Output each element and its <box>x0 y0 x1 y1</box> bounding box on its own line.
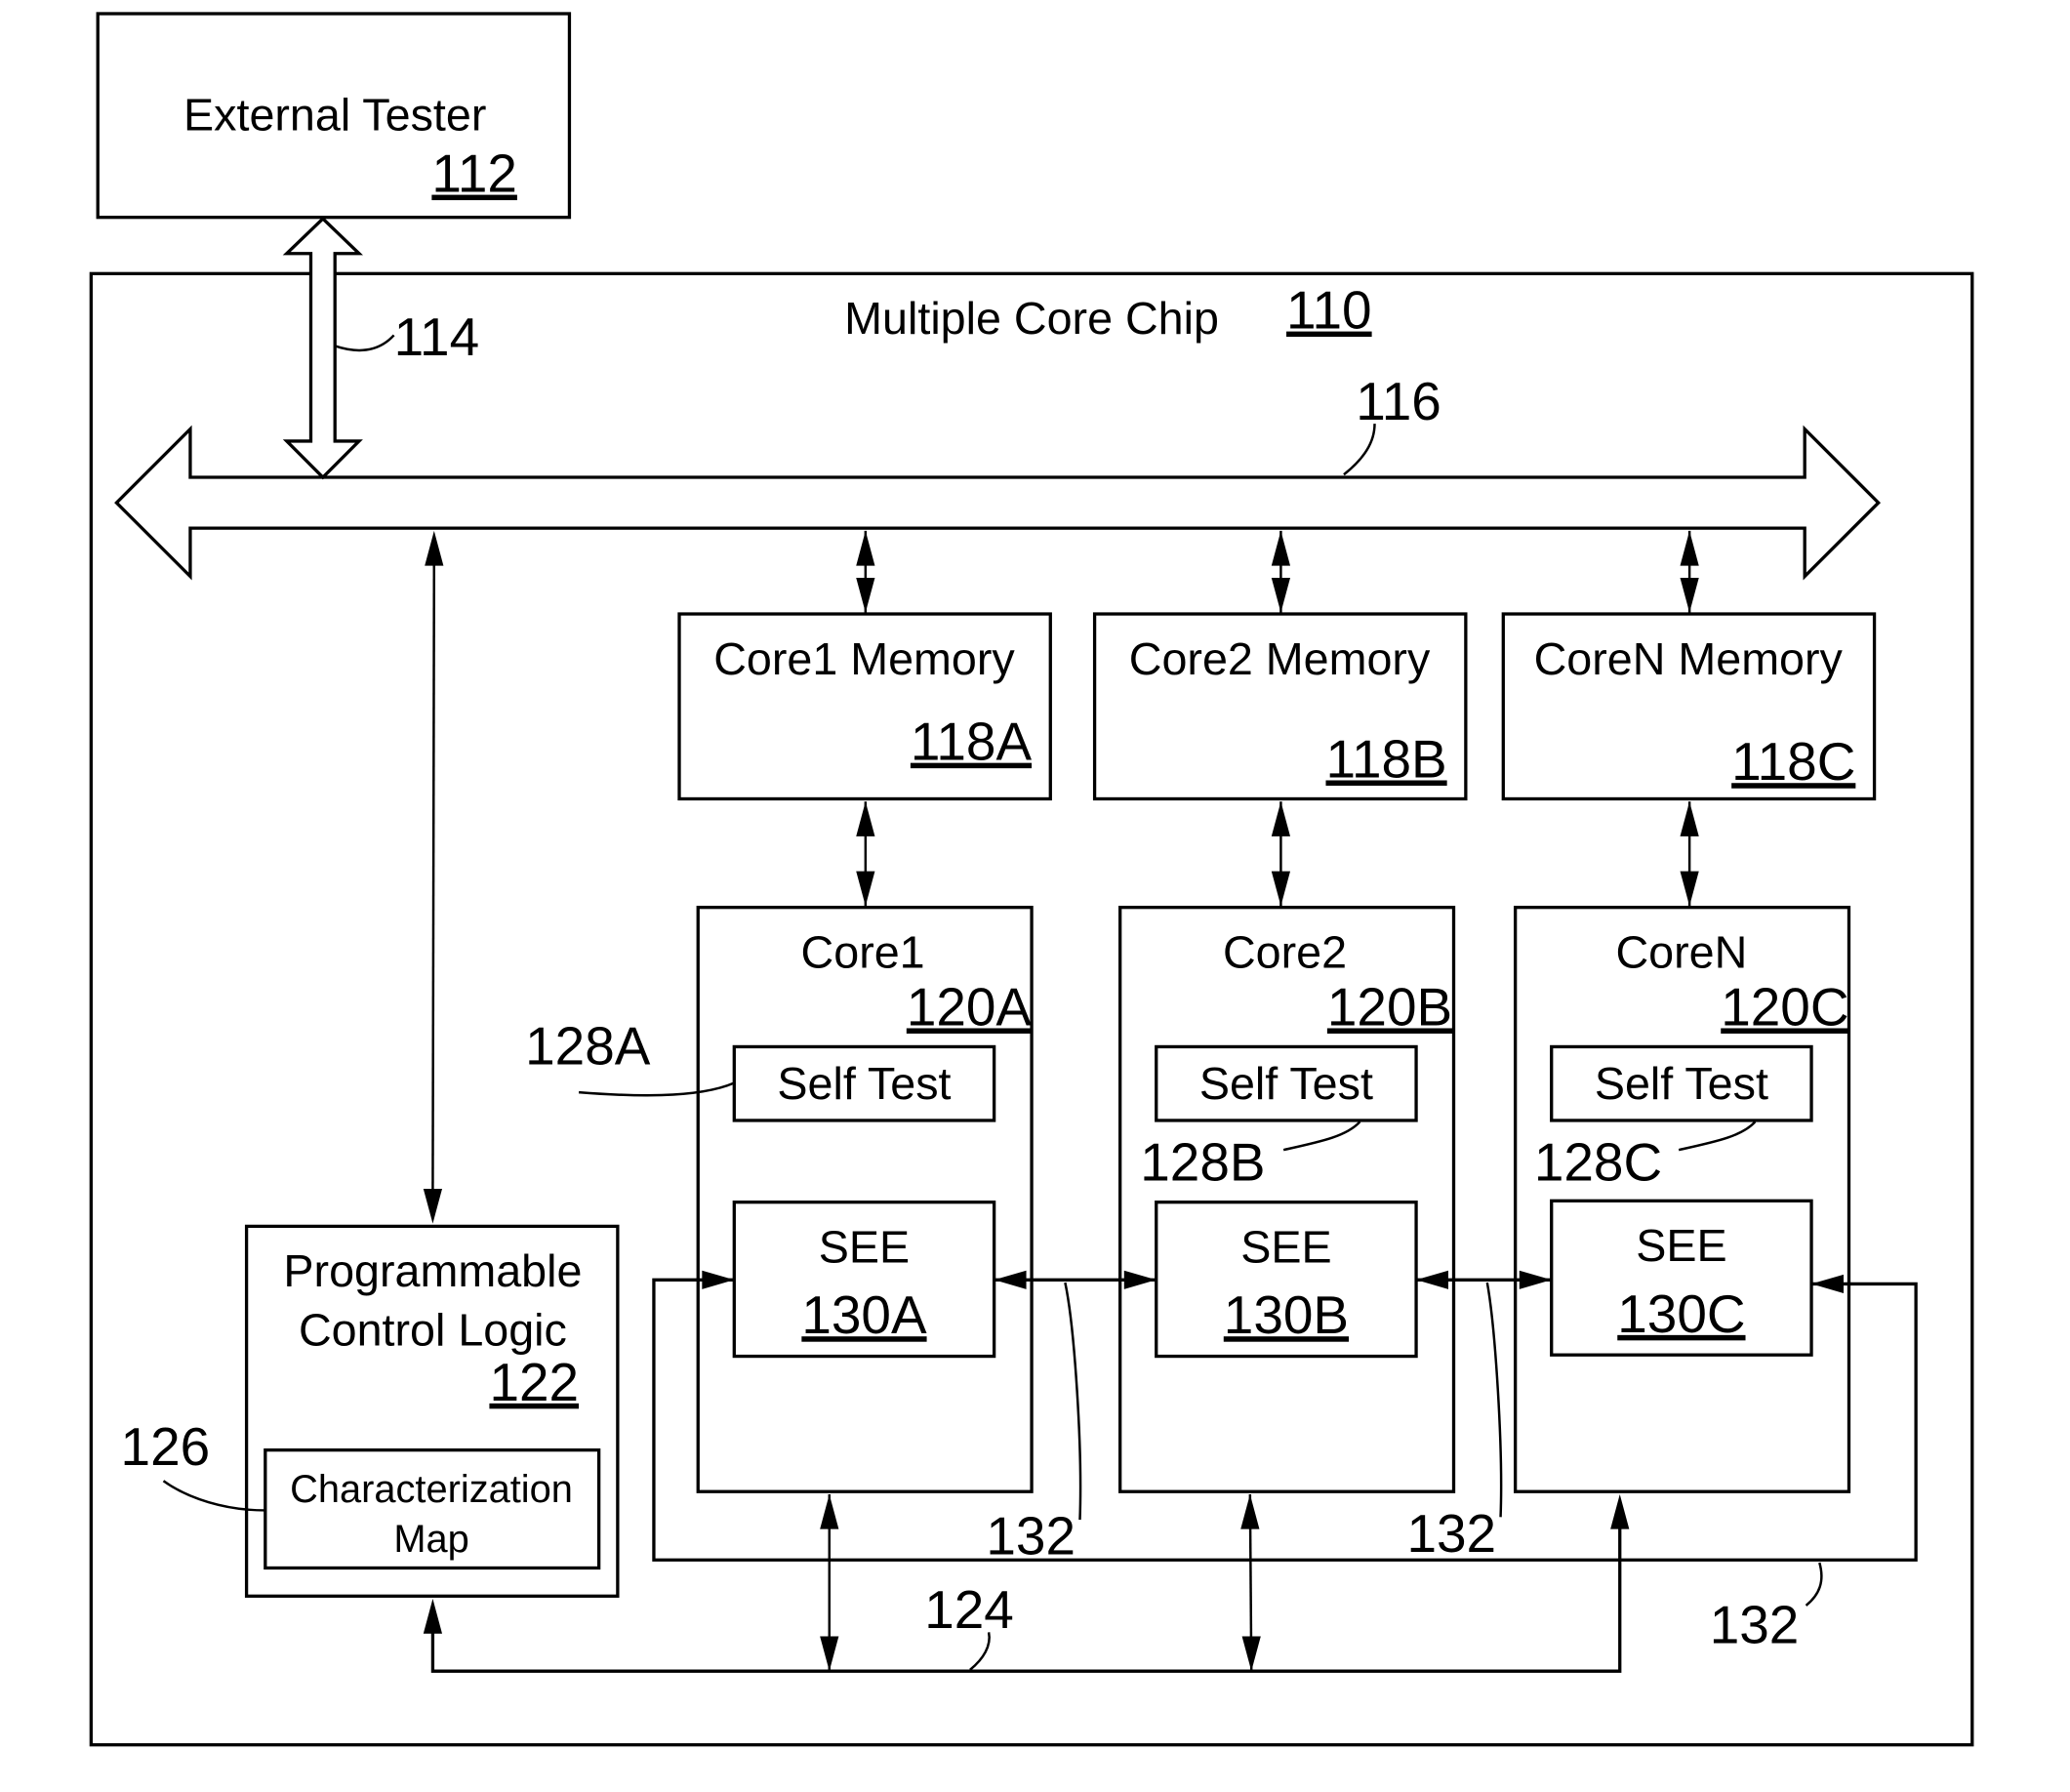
chip-title: Multiple Core Chip <box>844 293 1219 344</box>
chip-ref: 110 <box>1286 280 1372 341</box>
core1-block[interactable]: Core1 120A Self Test SEE 130A <box>696 906 1034 1493</box>
self-test-ref-128b: 128B <box>1140 1132 1265 1193</box>
core1-memory-block[interactable]: Core1 Memory 118A <box>677 612 1052 801</box>
memory-ref: 118A <box>911 712 1033 772</box>
core-title: CoreN <box>1615 926 1747 977</box>
core-ref: 120A <box>907 976 1033 1037</box>
self-test-block[interactable]: Self Test <box>1155 1044 1418 1122</box>
core-ref: 120C <box>1721 976 1848 1037</box>
characterization-map-block[interactable]: Characterization Map <box>264 1448 601 1570</box>
control-logic-line2: Control Logic <box>299 1305 567 1356</box>
external-tester-ref: 112 <box>431 143 517 204</box>
link-132-ref-2: 132 <box>1406 1503 1496 1564</box>
bus-116-ref: 116 <box>1356 371 1441 431</box>
memory-title: Core1 Memory <box>713 633 1015 684</box>
see-block[interactable]: SEE 130C <box>1550 1199 1813 1357</box>
link-132-ref-3: 132 <box>1710 1594 1800 1654</box>
self-test-ref-128c: 128C <box>1534 1132 1662 1193</box>
diagram-canvas: External Tester 112 Multiple Core Chip 1… <box>89 12 1974 1747</box>
char-map-line2: Map <box>393 1518 468 1561</box>
external-tester-block[interactable]: External Tester 112 <box>96 12 572 220</box>
see-ref: 130C <box>1617 1283 1745 1344</box>
core-title: Core2 <box>1223 926 1347 977</box>
bus-124-ref: 124 <box>924 1579 1014 1640</box>
link-132-ref-1: 132 <box>986 1506 1076 1567</box>
coren-memory-block[interactable]: CoreN Memory 118C <box>1501 612 1877 801</box>
link-114-ref: 114 <box>394 306 480 367</box>
memory-ref: 118C <box>1731 731 1855 792</box>
see-block[interactable]: SEE 130A <box>732 1201 996 1359</box>
control-logic-ref: 122 <box>489 1352 579 1412</box>
memory-title: CoreN Memory <box>1534 633 1844 684</box>
core-title: Core1 <box>801 926 925 977</box>
memory-title: Core2 Memory <box>1129 633 1431 684</box>
self-test-label: Self Test <box>777 1058 951 1109</box>
self-test-label: Self Test <box>1595 1058 1768 1109</box>
self-test-ref-128a: 128A <box>525 1015 651 1076</box>
memory-ref: 118B <box>1325 729 1446 790</box>
control-logic-line1: Programmable <box>283 1245 582 1296</box>
core2-memory-block[interactable]: Core2 Memory 118B <box>1092 612 1468 801</box>
self-test-block[interactable]: Self Test <box>732 1044 996 1122</box>
self-test-label: Self Test <box>1199 1058 1373 1109</box>
coren-block[interactable]: CoreN 120C Self Test SEE 130C <box>1514 906 1851 1493</box>
see-block[interactable]: SEE 130B <box>1155 1201 1418 1359</box>
char-map-ref-126: 126 <box>121 1416 211 1477</box>
self-test-block[interactable]: Self Test <box>1550 1044 1813 1122</box>
see-ref: 130B <box>1224 1284 1349 1345</box>
char-map-line1: Characterization <box>290 1468 573 1511</box>
see-title: SEE <box>1636 1220 1726 1271</box>
core-ref: 120B <box>1327 976 1452 1037</box>
see-title: SEE <box>1240 1221 1331 1272</box>
see-title: SEE <box>819 1221 910 1272</box>
see-ref: 130A <box>801 1284 927 1345</box>
programmable-control-logic-block[interactable]: Programmable Control Logic 122 Character… <box>244 1224 620 1598</box>
core2-block[interactable]: Core2 120B Self Test SEE 130B <box>1118 906 1456 1493</box>
external-tester-title: External Tester <box>183 89 486 140</box>
